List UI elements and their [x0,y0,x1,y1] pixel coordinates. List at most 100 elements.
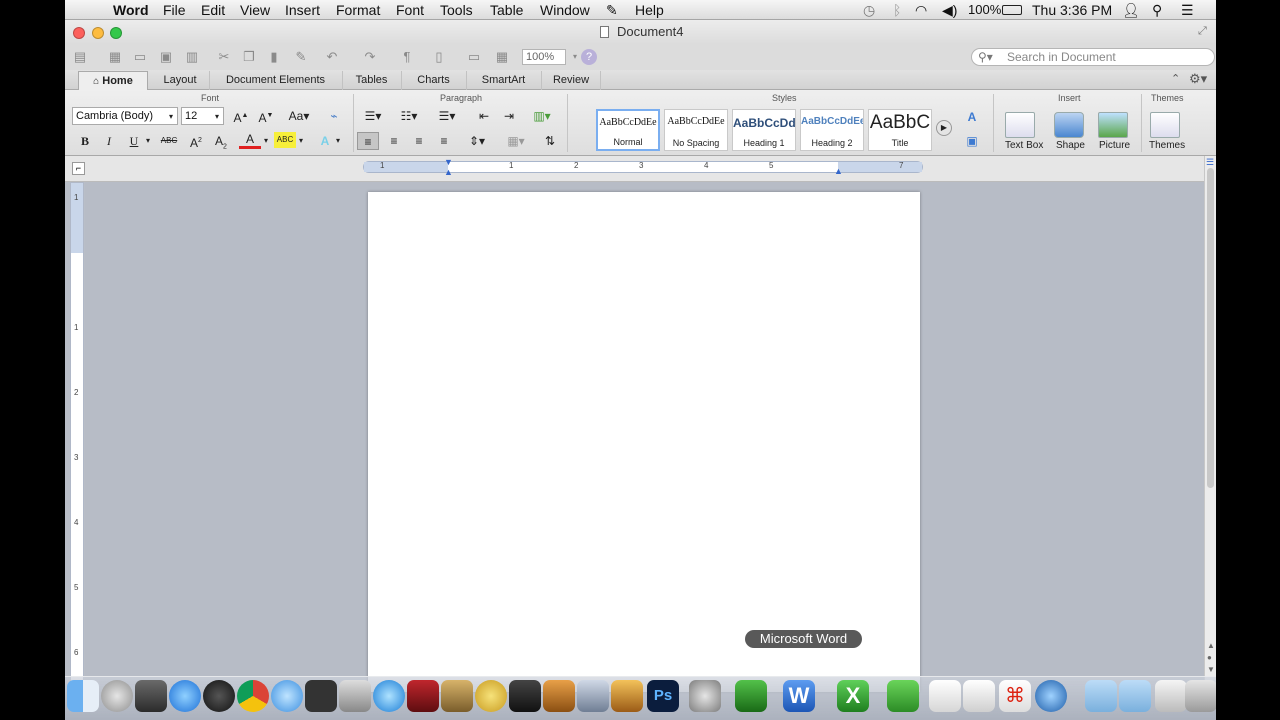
shape-label[interactable]: Shape [1056,140,1085,151]
browse-object-icon[interactable]: ● [1207,653,1212,662]
battery-percent[interactable]: 100% [968,1,1001,19]
save-icon[interactable]: ▣ [157,48,175,65]
subscript-button[interactable]: A2 [210,132,232,150]
final-cut-icon[interactable] [509,680,541,712]
tab-home[interactable]: ⌂ Home [78,71,148,90]
font-color-icon[interactable]: A [239,132,261,149]
text-box-label[interactable]: Text Box [1005,140,1043,151]
launchpad-icon[interactable] [101,680,133,712]
split-view-icon[interactable]: ☰ [1206,157,1214,168]
tab-document-elements[interactable]: Document Elements [209,71,341,90]
menu-tools[interactable]: Tools [440,1,473,19]
spotlight-icon[interactable]: ⚲ [1152,1,1162,19]
system-preferences-icon[interactable] [689,680,721,712]
scrollbar-thumb[interactable] [1207,168,1214,488]
superscript-button[interactable]: A2 [185,132,207,150]
dashboard-icon[interactable] [203,680,235,712]
font-color-dropdown-icon[interactable]: ▾ [261,132,271,150]
justify-button[interactable]: ≡ [433,132,455,150]
decrease-indent-button[interactable]: ⇤ [473,107,495,125]
photo-booth-icon[interactable] [339,680,371,712]
zoom-window-button[interactable] [110,27,122,39]
paste-icon[interactable]: ▮ [265,48,283,65]
itunes-icon[interactable] [373,680,405,712]
menu-table[interactable]: Table [490,1,523,19]
menu-edit[interactable]: Edit [201,1,225,19]
app-store-icon[interactable] [169,680,201,712]
facetime-icon[interactable] [305,680,337,712]
style-normal[interactable]: AaBbCcDdEe Normal [596,109,660,151]
gallery-icon[interactable]: ▦ [493,48,511,65]
green-app-icon[interactable] [735,680,767,712]
change-case-icon[interactable]: Aa▾ [285,107,313,125]
user-icon[interactable]: 👤︎ [1122,1,1140,19]
cut-icon[interactable]: ✂ [215,48,233,65]
text-box-icon[interactable] [1005,112,1035,138]
preview-icon[interactable] [577,680,609,712]
tab-charts[interactable]: Charts [401,71,465,90]
strikethrough-button[interactable]: ABC [157,132,181,150]
line-spacing-button[interactable]: ⇕▾ [462,132,492,150]
templates-icon[interactable]: ▦ [106,48,124,65]
align-center-button[interactable]: ≡ [383,132,405,150]
text-styles-icon[interactable]: A [961,108,983,126]
highlight-dropdown-icon[interactable]: ▾ [296,132,306,150]
mission-control-icon[interactable] [135,680,167,712]
underline-button[interactable]: U [123,132,145,150]
iphoto-icon[interactable] [441,680,473,712]
borders-button[interactable]: ▦▾ [501,132,531,150]
copy-icon[interactable]: ❐ [240,48,258,65]
right-indent-marker[interactable]: ▲ [834,166,843,176]
tab-review[interactable]: Review [541,71,601,90]
trash-icon[interactable] [1185,680,1216,712]
script-menu-icon[interactable]: ✎ [606,1,618,19]
vertical-scrollbar[interactable]: ☰ ▲ ● ▼ [1204,156,1216,686]
shape-icon[interactable] [1054,112,1084,138]
font-size-dropdown-icon[interactable]: ▾ [210,108,224,126]
text-effects-dropdown-icon[interactable]: ▾ [333,132,343,150]
picture-label[interactable]: Picture [1099,140,1130,151]
tab-layout[interactable]: Layout [152,71,208,90]
photo-app-icon[interactable] [407,680,439,712]
align-left-button[interactable]: ≡ [357,132,379,150]
show-formatting-icon[interactable]: ¶ [398,48,416,65]
font-name-dropdown-icon[interactable]: ▾ [164,108,178,126]
photoshop-icon[interactable]: Ps [647,680,679,712]
bold-button[interactable]: B [74,132,96,150]
minimize-window-button[interactable] [92,27,104,39]
print-icon[interactable]: ▥ [183,48,201,65]
fullscreen-icon[interactable]: ⤢ [1198,25,1207,38]
bluetooth-icon[interactable]: ᛒ [893,1,901,19]
menu-help[interactable]: Help [635,1,664,19]
notification-center-icon[interactable]: ☰ [1181,1,1194,19]
battery-icon[interactable] [1002,5,1022,15]
volume-icon[interactable]: ◀) [942,1,957,19]
horizontal-ruler[interactable]: 1 1 2 3 4 5 7 ▼ ▲ ▲ [363,157,923,177]
highlight-icon[interactable]: ABC [274,132,296,148]
style-heading-1[interactable]: AaBbCcDd Heading 1 [732,109,796,151]
document-page[interactable] [368,192,920,692]
microsoft-excel-icon[interactable]: X [837,680,869,712]
menu-view[interactable]: View [240,1,270,19]
sort-button[interactable]: ⇅ [539,132,561,150]
finder-icon[interactable] [67,680,99,712]
multilevel-list-button[interactable]: ☰▾ [433,107,461,125]
garageband-icon[interactable] [543,680,575,712]
style-heading-2[interactable]: AaBbCcDdEe Heading 2 [800,109,864,151]
clock[interactable]: Thu 3:36 PM [1032,1,1112,19]
redo-icon[interactable]: ↷ [361,48,379,65]
evernote-icon[interactable] [887,680,919,712]
format-painter-icon[interactable]: ✎ [292,48,310,65]
documents-folder-icon[interactable] [1119,680,1151,712]
close-window-button[interactable] [73,27,85,39]
app-menu[interactable]: Word [113,1,149,19]
motion-icon[interactable] [611,680,643,712]
align-right-button[interactable]: ≡ [408,132,430,150]
sidebar-icon[interactable]: ▯ [430,48,448,65]
textedit-icon[interactable] [929,680,961,712]
scroll-previous-icon[interactable]: ▲ [1207,641,1215,650]
increase-indent-button[interactable]: ⇥ [498,107,520,125]
bullets-button[interactable]: ☰▾ [359,107,387,125]
styles-scroll-right-icon[interactable]: ▶ [936,120,952,136]
collapse-ribbon-icon[interactable]: ⌃ [1171,72,1180,85]
